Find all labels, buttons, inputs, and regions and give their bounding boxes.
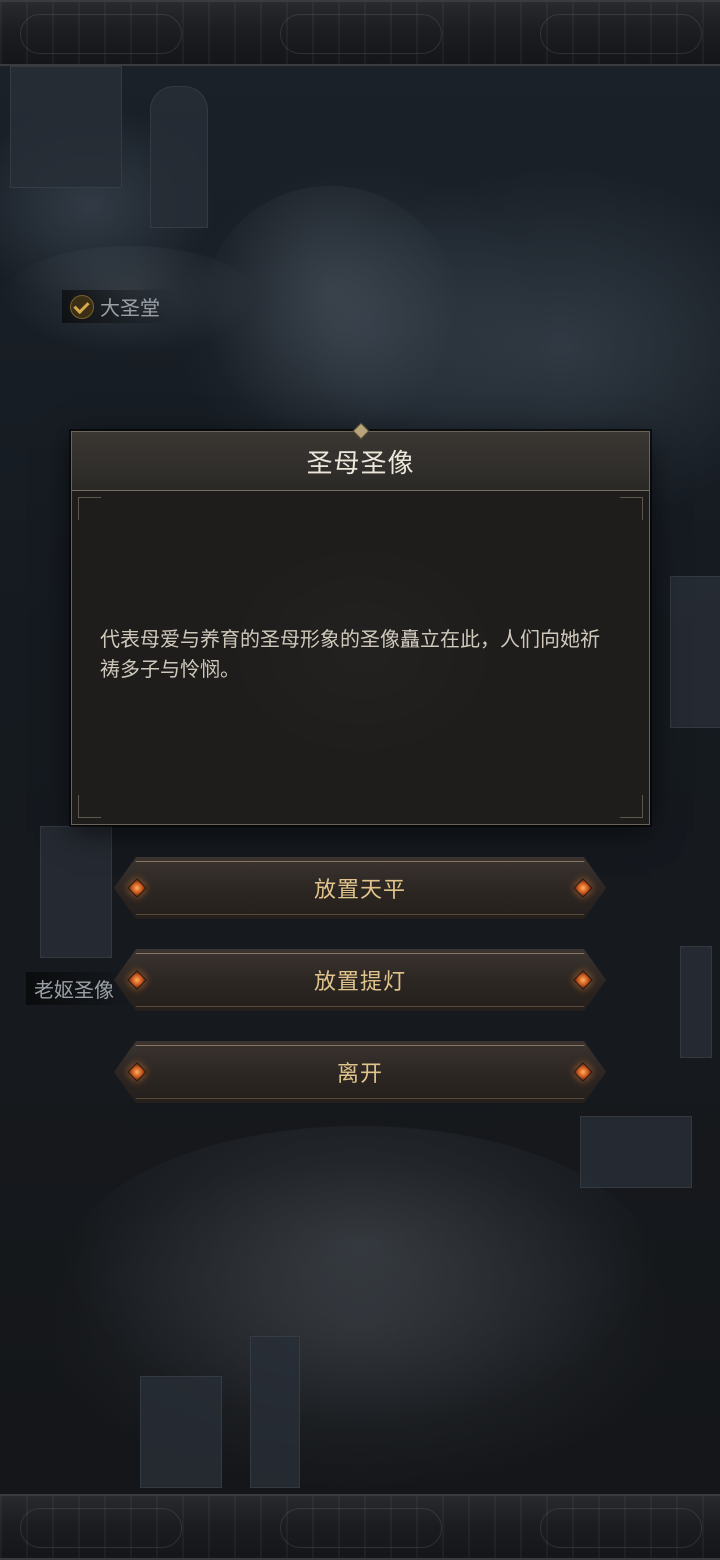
tower-building	[150, 86, 208, 228]
cathedral-building	[10, 66, 122, 188]
option-label: 放置提灯	[313, 970, 406, 995]
bottom-frame	[0, 1494, 720, 1560]
ruin-building	[140, 1376, 222, 1488]
frame-ornament	[20, 1508, 182, 1548]
mountain-terrain	[200, 186, 460, 446]
corner-ornament-icon	[78, 497, 101, 520]
option-button-place-lantern[interactable]: 放置提灯	[114, 949, 606, 1011]
location-label-text: 老妪圣像	[34, 978, 114, 1002]
arch-building	[580, 1116, 692, 1188]
check-icon	[70, 294, 94, 319]
location-label-great-cathedral[interactable]: 大圣堂	[62, 290, 178, 323]
corner-ornament-icon	[620, 497, 643, 520]
top-frame	[0, 0, 720, 66]
frame-ornament	[280, 14, 442, 54]
dialog-title: 圣母圣像	[306, 448, 415, 479]
option-label: 离开	[336, 1062, 383, 1087]
corner-ornament-icon	[78, 795, 101, 818]
frame-ornament	[280, 1508, 442, 1548]
option-button-leave[interactable]: 离开	[114, 1041, 606, 1103]
dialog-body: 代表母爱与养育的圣母形象的圣像矗立在此，人们向她祈祷多子与怜悯。	[72, 491, 649, 824]
ruin-wall	[670, 576, 720, 728]
pillar-building	[680, 946, 712, 1058]
frame-ornament	[20, 14, 182, 54]
location-label-text: 大圣堂	[100, 296, 160, 320]
dialog-header: 圣母圣像	[72, 422, 649, 491]
option-button-place-scales[interactable]: 放置天平	[114, 857, 606, 919]
option-label: 放置天平	[313, 878, 406, 903]
frame-ornament	[540, 14, 702, 54]
frame-ornament	[540, 1508, 702, 1548]
dialog-description: 代表母爱与养育的圣母形象的圣像矗立在此，人们向她祈祷多子与怜悯。	[100, 627, 600, 681]
statue-building	[40, 826, 112, 958]
corner-ornament-icon	[620, 795, 643, 818]
event-dialog: 圣母圣像 代表母爱与养育的圣母形象的圣像矗立在此，人们向她祈祷多子与怜悯。	[71, 422, 650, 825]
ruin-tower	[250, 1336, 300, 1488]
